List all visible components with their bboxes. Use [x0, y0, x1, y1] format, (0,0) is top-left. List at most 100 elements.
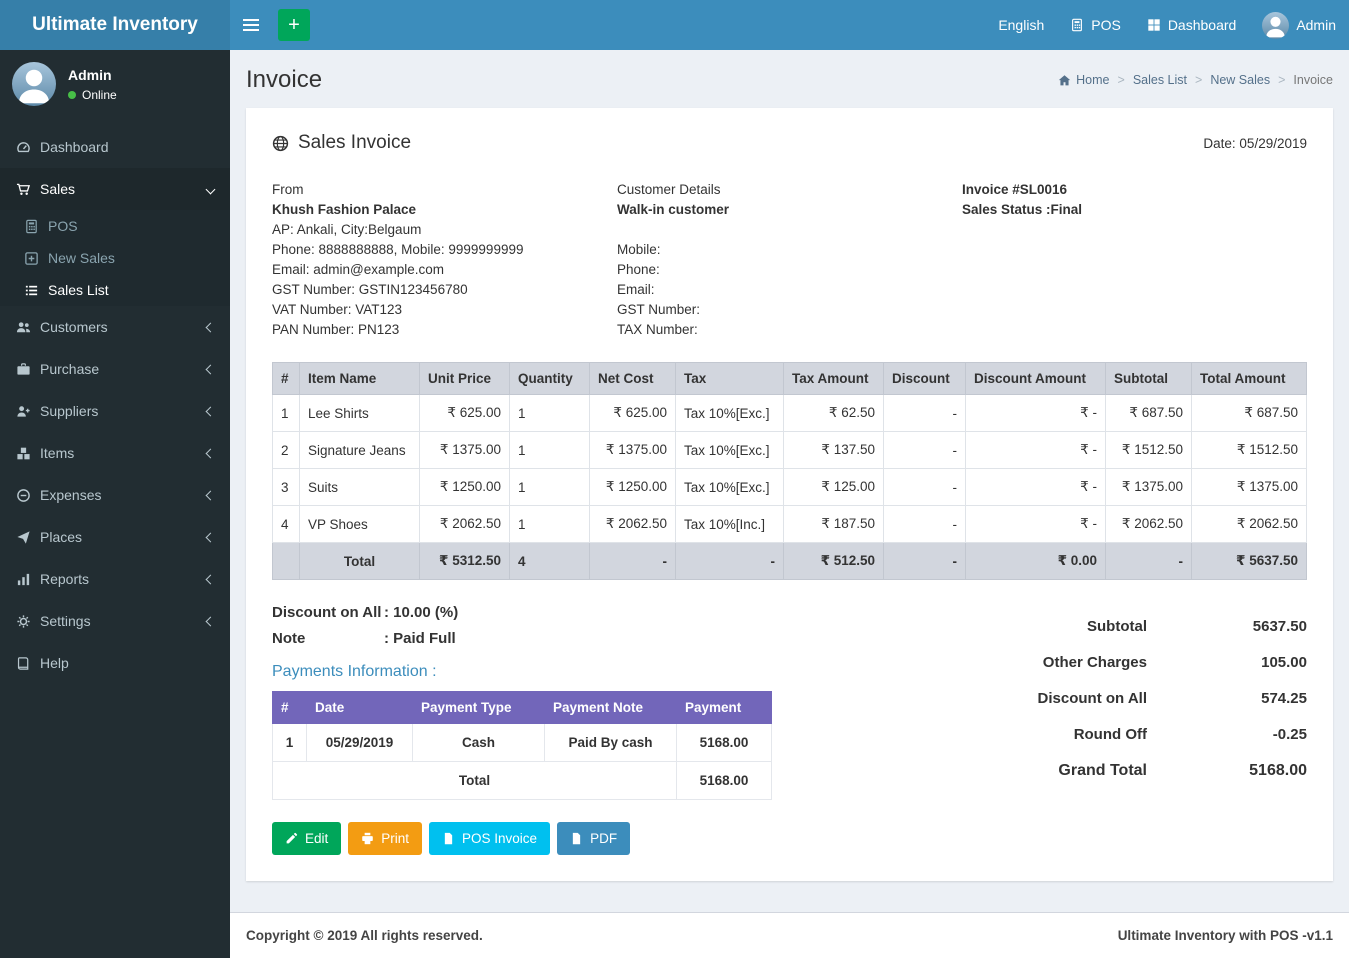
- sidebar-item-label: POS: [48, 218, 78, 234]
- edit-button[interactable]: Edit: [272, 822, 341, 855]
- chevron-left-icon: [206, 322, 216, 332]
- round-off-value: -0.25: [1147, 726, 1307, 743]
- sidebar-item-help[interactable]: Help: [0, 642, 230, 684]
- cell: ₹ 1375.00: [1192, 469, 1307, 506]
- language-menu[interactable]: English: [985, 0, 1057, 50]
- navbar-main: + English POS Dashboard Admin: [230, 0, 1349, 50]
- sidebar-item-dashboard[interactable]: Dashboard: [0, 126, 230, 168]
- sidebar-item-pos[interactable]: POS: [0, 210, 230, 242]
- cell: ₹ -: [966, 395, 1106, 432]
- calculator-icon: [24, 219, 39, 234]
- cell: 5168.00: [677, 724, 772, 762]
- invoice-lower-section: Discount on All : 10.00 (%) Note : Paid …: [272, 604, 1307, 855]
- navbar-right: English POS Dashboard Admin: [985, 0, 1349, 50]
- pos-link[interactable]: POS: [1057, 0, 1134, 50]
- invoice-number: Invoice #SL0016: [962, 180, 1307, 200]
- cell: ₹ 5312.50: [420, 543, 510, 580]
- briefcase-icon: [16, 362, 31, 377]
- sidebar-item-customers[interactable]: Customers: [0, 306, 230, 348]
- sidebar-item-settings[interactable]: Settings: [0, 600, 230, 642]
- sidebar-item-suppliers[interactable]: Suppliers: [0, 390, 230, 432]
- cell: ₹ 187.50: [784, 506, 884, 543]
- breadcrumb-new-sales[interactable]: New Sales: [1210, 73, 1270, 87]
- sidebar-item-new-sales[interactable]: New Sales: [0, 242, 230, 274]
- round-off-row: Round Off -0.25: [987, 726, 1307, 743]
- other-charges-label: Other Charges: [1043, 654, 1147, 671]
- discount-on-all-value: : 10.00 (%): [384, 604, 458, 621]
- col-date: Date: [307, 692, 413, 724]
- file-icon: [442, 832, 455, 845]
- cell: ₹ 5637.50: [1192, 543, 1307, 580]
- customer-phone: Phone:: [617, 260, 962, 280]
- cell: ₹ 137.50: [784, 432, 884, 469]
- cell: -: [676, 543, 784, 580]
- sidebar-item-label: Customers: [40, 319, 108, 335]
- cell: ₹ 687.50: [1192, 395, 1307, 432]
- quick-add-button[interactable]: +: [278, 9, 310, 41]
- discount-on-all-label: Discount on All: [272, 604, 384, 621]
- cell: ₹ 1250.00: [420, 469, 510, 506]
- items-table: # Item Name Unit Price Quantity Net Cost…: [272, 362, 1307, 580]
- sidebar-item-label: New Sales: [48, 250, 115, 266]
- breadcrumb-home[interactable]: Home: [1058, 73, 1109, 87]
- hamburger-icon: [243, 19, 259, 21]
- col-unit-price: Unit Price: [420, 363, 510, 395]
- sidebar-item-label: Purchase: [40, 361, 99, 377]
- page-title: Invoice: [246, 66, 322, 94]
- sidebar-item-purchase[interactable]: Purchase: [0, 348, 230, 390]
- customer-address-blank: [617, 220, 962, 240]
- cell: ₹ 125.00: [784, 469, 884, 506]
- file-pdf-icon: [570, 832, 583, 845]
- breadcrumb-sales-list[interactable]: Sales List: [1133, 73, 1187, 87]
- pdf-button[interactable]: PDF: [557, 822, 630, 855]
- bar-chart-icon: [16, 572, 31, 587]
- cell: ₹ 62.50: [784, 395, 884, 432]
- from-pan: PAN Number: PN123: [272, 320, 617, 340]
- sidebar-toggle-button[interactable]: [230, 0, 272, 50]
- invoice-card: Sales Invoice Date: 05/29/2019 From Khus…: [246, 108, 1333, 881]
- sidebar-item-reports[interactable]: Reports: [0, 558, 230, 600]
- discount-total-label: Discount on All: [1038, 690, 1147, 707]
- chevron-left-icon: [206, 364, 216, 374]
- col-total-amount: Total Amount: [1192, 363, 1307, 395]
- language-label: English: [998, 17, 1044, 33]
- print-button[interactable]: Print: [348, 822, 422, 855]
- brand-logo[interactable]: Ultimate Inventory: [0, 0, 230, 50]
- subtotal-value: 5637.50: [1147, 618, 1307, 635]
- cell: [273, 543, 300, 580]
- col-quantity: Quantity: [510, 363, 590, 395]
- customer-block: Customer Details Walk-in customer Mobile…: [617, 180, 962, 340]
- cell: ₹ 1375.00: [1106, 469, 1192, 506]
- col-subtotal: Subtotal: [1106, 363, 1192, 395]
- sidebar-item-expenses[interactable]: Expenses: [0, 474, 230, 516]
- cell: Suits: [300, 469, 420, 506]
- sidebar-item-items[interactable]: Items: [0, 432, 230, 474]
- edit-button-label: Edit: [305, 831, 328, 846]
- invoice-header: Sales Invoice Date: 05/29/2019: [272, 132, 1307, 154]
- from-gst: GST Number: GSTIN123456780: [272, 280, 617, 300]
- cell: Total: [300, 543, 420, 580]
- user-menu[interactable]: Admin: [1249, 0, 1349, 50]
- customer-mobile: Mobile:: [617, 240, 962, 260]
- customer-gst: GST Number:: [617, 300, 962, 320]
- person-icon: [12, 62, 56, 106]
- dashboard-link[interactable]: Dashboard: [1134, 0, 1250, 50]
- breadcrumb-label: New Sales: [1210, 73, 1270, 87]
- sidebar-item-sales[interactable]: Sales: [0, 168, 230, 210]
- sidebar-item-sales-list[interactable]: Sales List: [0, 274, 230, 306]
- other-charges-value: 105.00: [1147, 654, 1307, 671]
- cell: -: [884, 395, 966, 432]
- sidebar: Admin Online Dashboard Sales: [0, 50, 230, 958]
- cell: ₹ 1375.00: [420, 432, 510, 469]
- cell: -: [884, 543, 966, 580]
- print-button-label: Print: [381, 831, 409, 846]
- sidebar-item-places[interactable]: Places: [0, 516, 230, 558]
- note-value: : Paid Full: [384, 630, 456, 647]
- pos-invoice-button[interactable]: POS Invoice: [429, 822, 550, 855]
- payments-header-row: # Date Payment Type Payment Note Payment: [273, 692, 772, 724]
- col-discount: Discount: [884, 363, 966, 395]
- cell: Tax 10%[Exc.]: [676, 469, 784, 506]
- invoice-title-row: Sales Invoice: [272, 132, 411, 154]
- payments-heading: Payments Information :: [272, 663, 987, 681]
- cell: ₹ 625.00: [590, 395, 676, 432]
